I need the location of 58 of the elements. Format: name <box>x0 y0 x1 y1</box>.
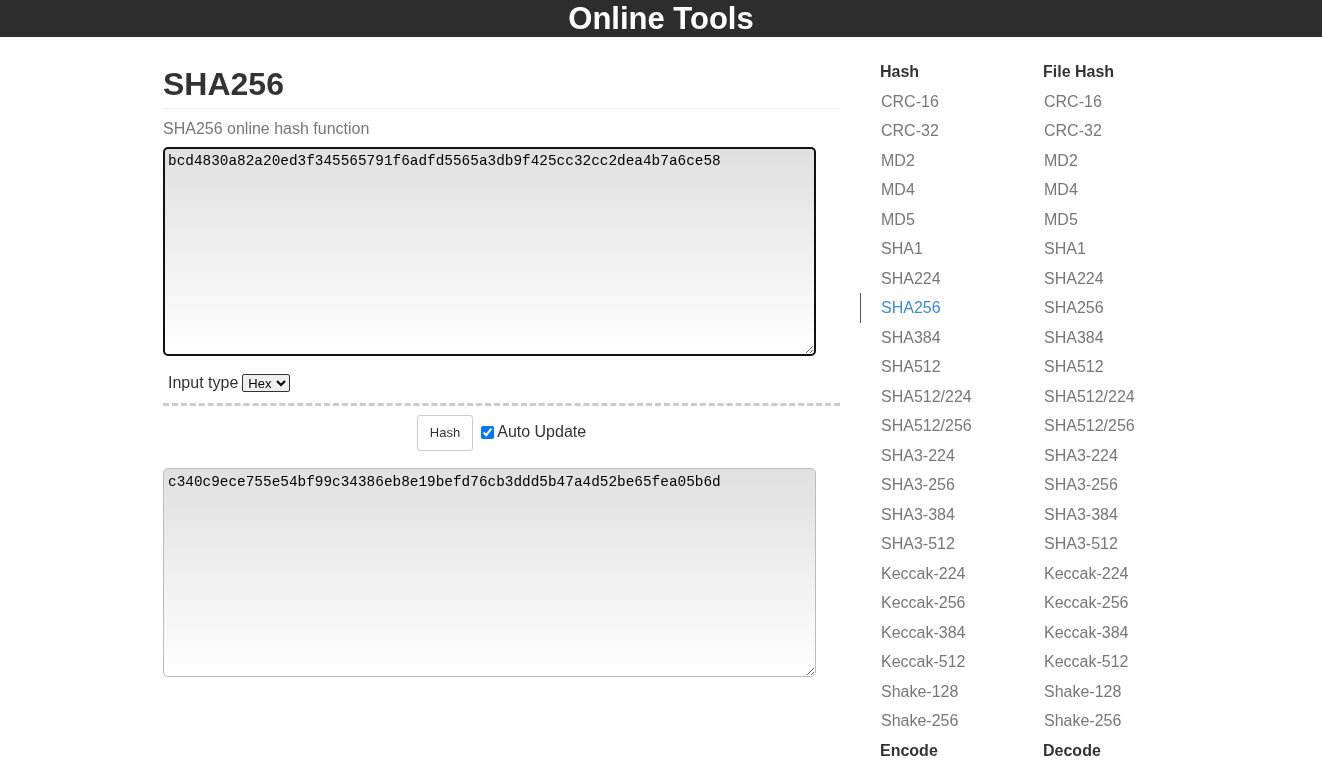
auto-update-checkbox[interactable] <box>481 425 495 439</box>
sidebar-link[interactable]: SHA3-512 <box>1023 529 1186 559</box>
sidebar-link[interactable]: MD2 <box>860 145 1023 175</box>
sidebar-link[interactable]: Shake-128 <box>1023 676 1186 706</box>
sidebar-link[interactable]: SHA3-224 <box>1023 440 1186 470</box>
sidebar-link[interactable]: Keccak-384 <box>1023 617 1186 647</box>
section-heading: Encode <box>879 740 939 761</box>
sidebar-link[interactable]: Keccak-512 <box>860 647 1023 677</box>
sidebar-link[interactable]: CRC-16 <box>1023 86 1186 116</box>
sidebar-link[interactable]: CRC-16 <box>860 86 1023 116</box>
sidebar-link[interactable]: SHA384 <box>860 322 1023 352</box>
sidebar-link[interactable]: SHA512/256 <box>1023 411 1186 441</box>
sidebar-link[interactable]: MD5 <box>860 204 1023 234</box>
sidebar-link[interactable]: Keccak-384 <box>860 617 1023 647</box>
sidebar-link[interactable]: SHA512/224 <box>860 381 1023 411</box>
sidebar-link[interactable]: CRC-32 <box>1023 116 1186 146</box>
sidebar-link[interactable]: Shake-128 <box>860 676 1023 706</box>
sidebar-link[interactable]: SHA512/224 <box>1023 381 1186 411</box>
sidebar-link[interactable]: SHA1 <box>1023 234 1186 264</box>
sidebar-link[interactable]: SHA3-256 <box>860 470 1023 500</box>
sidebar-link[interactable]: MD5 <box>1023 204 1186 234</box>
sidebar-link[interactable]: Shake-256 <box>860 706 1023 736</box>
sidebar-link[interactable]: MD4 <box>1023 175 1186 205</box>
sidebar-link[interactable]: SHA1 <box>860 234 1023 264</box>
sidebar-link[interactable]: SHA3-384 <box>1023 499 1186 529</box>
site-title: Online Tools <box>568 3 754 34</box>
sidebar-link[interactable]: SHA3-512 <box>860 529 1023 559</box>
input-field[interactable]: bcd4830a82a20ed3f345565791f6adfd5565a3db9f425cc32cc2dea4b7a6ce58 <box>163 147 816 357</box>
sidebar-link[interactable]: SHA512/256 <box>860 411 1023 441</box>
sidebar-link[interactable]: SHA3-256 <box>1023 470 1186 500</box>
sidebar-link[interactable]: Keccak-512 <box>1023 647 1186 677</box>
page-subtitle: SHA256 online hash function <box>163 119 371 139</box>
section-heading: Decode <box>1042 740 1102 761</box>
output-field[interactable]: c340c9ece755e54bf99c34386eb8e19befd76cb3ddd5b47a4d52be65fea05b6d <box>163 467 816 677</box>
sidebar-link[interactable]: SHA256 <box>1023 293 1186 323</box>
sidebar-link[interactable]: Keccak-224 <box>860 558 1023 588</box>
section-heading: File Hash <box>1042 62 1116 82</box>
sidebar-link[interactable]: CRC-32 <box>860 116 1023 146</box>
sidebar-link[interactable]: SHA224 <box>860 263 1023 293</box>
sidebar-link[interactable]: SHA512 <box>860 352 1023 382</box>
sidebar-link[interactable]: SHA224 <box>1023 263 1186 293</box>
input-type-label: Input type <box>168 373 239 394</box>
page-title: SHA256 <box>163 67 840 110</box>
sidebar-link[interactable]: MD4 <box>860 175 1023 205</box>
section-heading: Hash <box>879 62 921 82</box>
sidebar-link[interactable]: Keccak-224 <box>1023 558 1186 588</box>
sidebar-link[interactable]: Keccak-256 <box>860 588 1023 618</box>
input-type-select[interactable]: Hex <box>242 374 291 393</box>
sidebar-link[interactable]: SHA384 <box>1023 322 1186 352</box>
sidebar-link[interactable]: SHA3-224 <box>860 440 1023 470</box>
sidebar-link[interactable]: Keccak-256 <box>1023 588 1186 618</box>
sidebar-link[interactable]: SHA256 <box>860 293 1023 323</box>
sidebar-link[interactable]: SHA3-384 <box>860 499 1023 529</box>
auto-update-label: Auto Update <box>497 422 587 443</box>
sidebar-link[interactable]: SHA512 <box>1023 352 1186 382</box>
hash-button[interactable]: Hash <box>416 415 474 451</box>
sidebar-link[interactable]: MD2 <box>1023 145 1186 175</box>
sidebar-link[interactable]: Shake-256 <box>1023 706 1186 736</box>
